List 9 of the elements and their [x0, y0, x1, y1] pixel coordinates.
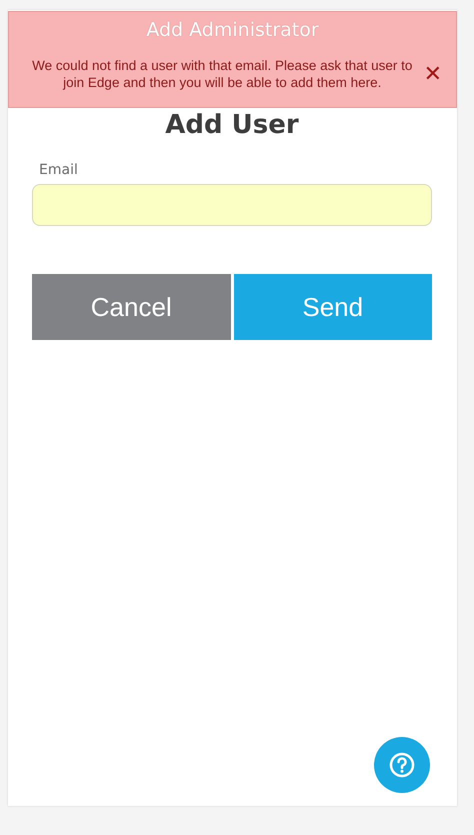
cancel-button[interactable]: Cancel: [32, 274, 230, 340]
close-button[interactable]: ✕: [420, 62, 446, 87]
alert-message: We could not find a user with that email. Please ask that user to join Edge and then you will be able to add them here.: [31, 58, 414, 92]
form-title: Add User: [164, 110, 300, 140]
page-title: Add Administrator: [146, 21, 319, 40]
send-button[interactable]: Send: [234, 274, 432, 340]
email-field[interactable]: [32, 184, 432, 226]
email-label: Email: [39, 162, 79, 178]
help-icon: [389, 752, 415, 778]
